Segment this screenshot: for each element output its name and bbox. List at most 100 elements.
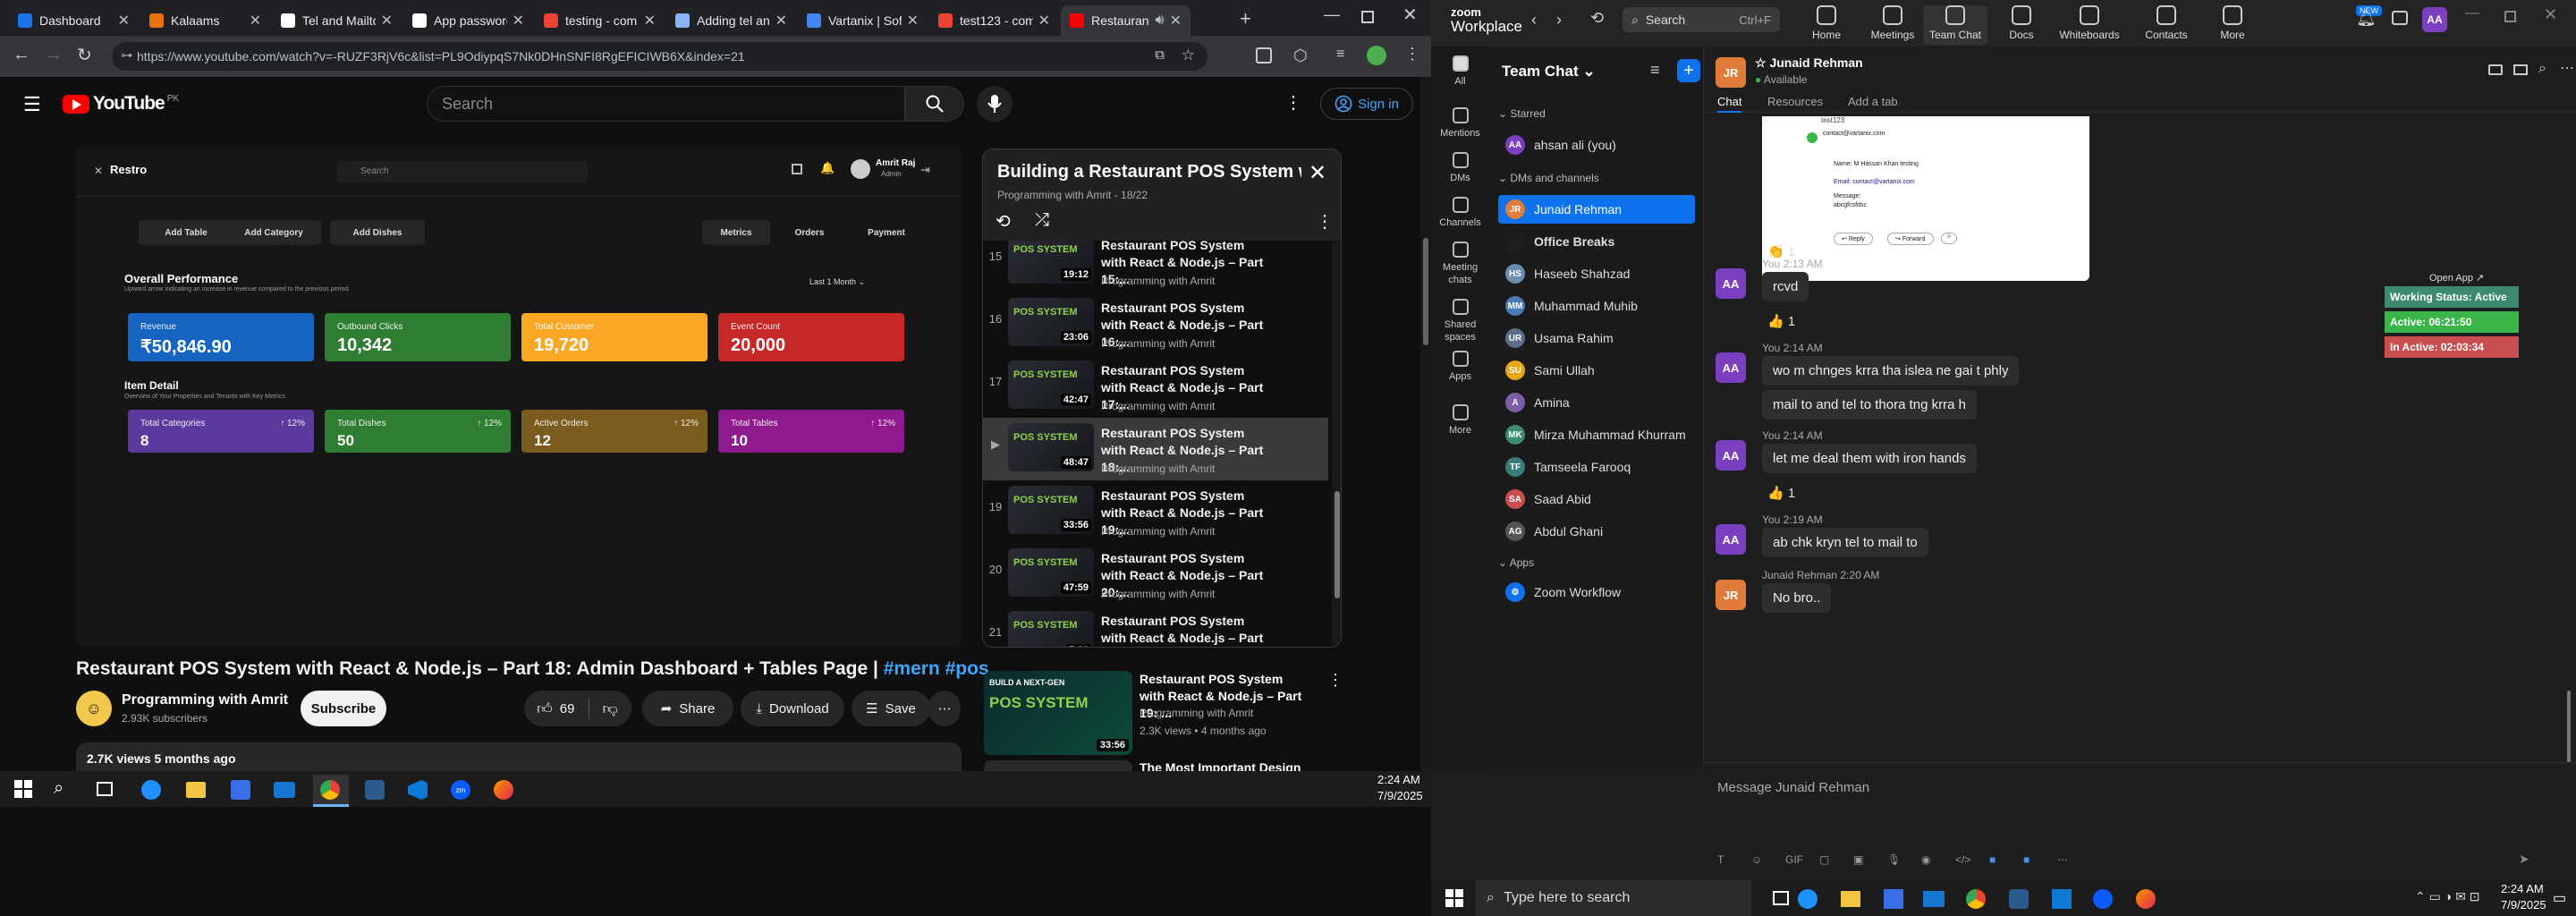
browser-tab[interactable]: testing - com ✕ bbox=[535, 5, 665, 36]
zoom-minimize-icon[interactable]: — bbox=[2465, 5, 2479, 21]
team-chat-title[interactable]: Team Chat ⌄ bbox=[1502, 63, 1596, 81]
composer-tool-icon[interactable]: ◉ bbox=[1921, 853, 1930, 866]
sign-in-button[interactable]: Sign in bbox=[1320, 88, 1413, 120]
channel-name[interactable]: Programming with Amrit bbox=[122, 692, 288, 708]
message-reaction[interactable]: 👍 1 bbox=[1767, 485, 1795, 501]
rec2-title[interactable]: The Most Important Design bbox=[1140, 760, 1301, 771]
composer-tool-icon[interactable]: GIF bbox=[1785, 853, 1803, 866]
composer-tool-icon[interactable]: ■ bbox=[2023, 853, 2029, 866]
tab-close-icon[interactable]: ✕ bbox=[775, 12, 787, 30]
tab-close-icon[interactable]: ✕ bbox=[250, 12, 261, 30]
tab-close-icon[interactable]: ✕ bbox=[381, 12, 393, 30]
open-app-link[interactable]: Open App ↗ bbox=[2429, 272, 2484, 284]
maximize-icon[interactable] bbox=[1361, 11, 1374, 23]
composer-tool-icon[interactable]: 🎙︎ bbox=[1887, 853, 1901, 866]
history-icon[interactable]: ⟲ bbox=[1590, 9, 1604, 28]
contact-item[interactable]: SA Saad Abid bbox=[1498, 485, 1695, 513]
rail-channels[interactable]: Channels bbox=[1431, 197, 1489, 229]
contact-item[interactable]: HS Haseeb Shahzad bbox=[1498, 259, 1695, 288]
install-icon[interactable]: ⧉ bbox=[1155, 47, 1165, 63]
chrome-icon-right[interactable] bbox=[1966, 889, 1986, 909]
mail-icon[interactable] bbox=[274, 782, 295, 798]
playlist-item[interactable]: 16 POS SYSTEM 23:06 Restaurant POS System w… bbox=[983, 293, 1328, 355]
browser-tab[interactable]: Adding tel an ✕ bbox=[666, 5, 796, 36]
chat-header-avatar[interactable]: JR bbox=[1716, 57, 1746, 88]
download-button[interactable]: ⤓ Download bbox=[741, 691, 844, 726]
zoom-nav-more[interactable]: More bbox=[2200, 5, 2265, 41]
tab-close-icon[interactable]: ✕ bbox=[118, 12, 130, 30]
dislike-icon[interactable]: 👎︎ bbox=[602, 700, 617, 718]
mail-icon-right[interactable] bbox=[1923, 891, 1945, 907]
browser-tab[interactable]: Restauran 🔊︎ ✕ bbox=[1061, 5, 1191, 36]
tab-close-icon[interactable]: ✕ bbox=[907, 12, 919, 30]
browser-tab[interactable]: Vartanix | Soft ✕ bbox=[798, 5, 928, 36]
minimize-icon[interactable]: — bbox=[1324, 5, 1340, 24]
zoom-maximize-icon[interactable] bbox=[2504, 11, 2516, 22]
screen-share-icon[interactable] bbox=[2513, 64, 2528, 75]
close-window-icon[interactable]: ✕ bbox=[1402, 4, 1418, 26]
loop-icon[interactable]: ⟲ bbox=[996, 210, 1011, 233]
store-icon[interactable] bbox=[231, 780, 250, 800]
address-bar[interactable]: ⊶ https://www.youtube.com/watch?v=-RUZF3… bbox=[112, 42, 1208, 71]
recommended-thumbnail[interactable]: BUILD A NEXT-GEN POS SYSTEM 33:56 bbox=[984, 671, 1132, 755]
zoom-nav-team-chat[interactable]: Team Chat bbox=[1923, 5, 1987, 45]
playlist-item[interactable]: 15 POS SYSTEM 19:12 Restaurant POS System w… bbox=[983, 241, 1328, 293]
chat-tab[interactable]: Add a tab bbox=[1848, 95, 1898, 108]
app-taskbar-icon[interactable] bbox=[365, 780, 385, 800]
send-icon[interactable]: ➤ bbox=[2519, 852, 2529, 867]
dms-section[interactable]: ⌄ DMs and channels bbox=[1498, 172, 1599, 184]
video-hashtags[interactable]: #mern #pos bbox=[884, 658, 989, 679]
chat-search-icon[interactable]: ⌕ bbox=[2538, 61, 2546, 77]
zoom-nav-home[interactable]: Home bbox=[1794, 5, 1859, 41]
message-avatar[interactable]: JR bbox=[1716, 580, 1746, 610]
zoom-taskbar-icon[interactable]: zm bbox=[451, 780, 470, 800]
tab-close-icon[interactable]: ✕ bbox=[644, 12, 656, 30]
edge-icon-right[interactable] bbox=[1798, 889, 1818, 909]
zoom-profile-avatar[interactable]: AA bbox=[2422, 7, 2447, 32]
windows-search-box[interactable]: ⌕ Type here to search bbox=[1476, 880, 1751, 916]
message-bubble[interactable]: ab chk kryn tel to mail to bbox=[1762, 528, 1928, 557]
rail-more[interactable]: More bbox=[1431, 404, 1489, 437]
zoom-calendar-icon[interactable] bbox=[2392, 11, 2408, 25]
settings-menu-icon[interactable]: ⋮ bbox=[1284, 91, 1302, 114]
more-actions-button[interactable]: ⋯ bbox=[928, 691, 961, 726]
contact-item[interactable]: AG Abdul Ghani bbox=[1498, 517, 1695, 546]
contact-item[interactable]: A Amina bbox=[1498, 388, 1695, 417]
chat-tab[interactable]: Resources bbox=[1767, 95, 1823, 108]
tab-close-icon[interactable]: ✕ bbox=[1038, 12, 1050, 30]
tab-close-icon[interactable]: ✕ bbox=[513, 12, 524, 30]
rail-mentions[interactable]: Mentions bbox=[1431, 107, 1489, 140]
zoom-search-bar[interactable]: ⌕ Search Ctrl+F bbox=[1623, 7, 1780, 32]
browser-tab[interactable]: Dashboard ✕ bbox=[9, 5, 139, 36]
zoom-forward-icon[interactable]: › bbox=[1556, 11, 1562, 30]
contact-item[interactable]: Office Breaks bbox=[1498, 227, 1695, 256]
browser-tab[interactable]: Kalaams ✕ bbox=[140, 5, 270, 36]
contact-item[interactable]: JR Junaid Rehman bbox=[1498, 195, 1695, 224]
zoom-nav-docs[interactable]: Docs bbox=[1989, 5, 2054, 41]
youtube-logo[interactable]: YouTube PK bbox=[63, 93, 179, 114]
edge-icon[interactable] bbox=[141, 780, 161, 800]
message-bubble[interactable]: mail to and tel to thora tng krra h bbox=[1762, 390, 1977, 420]
composer-tool-icon[interactable]: ▣ bbox=[1853, 853, 1863, 866]
browser-tab[interactable]: Tel and Mailto ✕ bbox=[272, 5, 402, 36]
rec2-thumbnail[interactable] bbox=[984, 760, 1132, 771]
taskbar-search-icon[interactable]: ⌕ bbox=[54, 778, 64, 799]
playlist-item[interactable]: 17 POS SYSTEM 42:47 Restaurant POS System w… bbox=[983, 355, 1328, 418]
composer-tool-icon[interactable]: ⋯ bbox=[2057, 853, 2068, 866]
voice-search-button[interactable] bbox=[977, 86, 1013, 122]
notification-center-icon[interactable]: ▭ bbox=[2553, 889, 2566, 907]
windows-start-icon[interactable] bbox=[14, 780, 32, 798]
task-view-icon-right[interactable] bbox=[1773, 891, 1789, 905]
message-input[interactable]: Message Junaid Rehman bbox=[1717, 780, 1869, 795]
message-avatar[interactable]: AA bbox=[1716, 440, 1746, 471]
windows-start-icon-right[interactable] bbox=[1445, 889, 1463, 907]
message-bubble[interactable]: rcvd bbox=[1762, 272, 1809, 301]
chrome-taskbar-button[interactable] bbox=[313, 775, 349, 807]
close-playlist-icon[interactable]: ✕ bbox=[1309, 160, 1326, 186]
apps-section[interactable]: ⌄ Apps bbox=[1498, 556, 1534, 569]
new-chat-button[interactable]: + bbox=[1677, 59, 1700, 82]
composer-tool-icon[interactable]: ☺ bbox=[1751, 853, 1762, 866]
starred-section[interactable]: ⌄ Starred bbox=[1498, 107, 1546, 120]
contact-self[interactable]: AA ahsan ali (you) bbox=[1498, 131, 1695, 159]
channel-avatar[interactable]: ☺ bbox=[76, 691, 112, 726]
